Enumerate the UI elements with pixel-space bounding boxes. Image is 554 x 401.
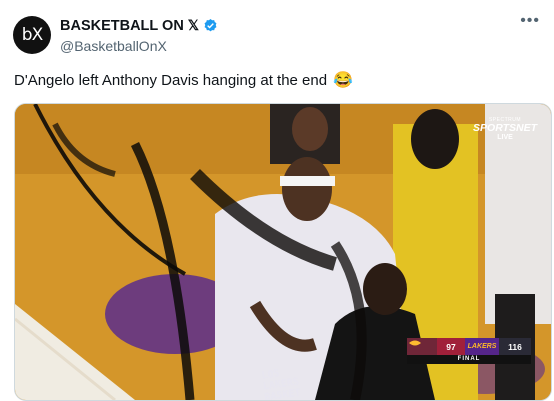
tweet-text: D'Angelo left Anthony Davis hanging at t…: [14, 70, 353, 90]
laughing-emoji-icon: 😂: [333, 72, 354, 89]
more-options-icon[interactable]: •••: [520, 12, 540, 30]
tweet-body: D'Angelo left Anthony Davis hanging at t…: [14, 71, 328, 89]
broadcast-logo: SPECTRUM SPORTSNET LIVE: [473, 117, 537, 141]
scorebug: 97 LAKERS 116 FINAL: [407, 338, 531, 364]
team2-name: LAKERS: [465, 338, 499, 355]
display-name[interactable]: BASKETBALL ON: [60, 18, 184, 34]
author-handle[interactable]: @BasketballOnX: [60, 38, 167, 54]
verified-badge-icon: [204, 18, 217, 32]
team1-score: 97: [437, 338, 465, 355]
team2-score: 116: [499, 338, 531, 355]
game-status: FINAL: [407, 355, 531, 364]
author-name-row: BASKETBALL ON 𝕏: [60, 17, 218, 34]
video-media[interactable]: LOS LAKERS BASKET SPECTRUM SPORTSNET LIV…: [14, 103, 552, 401]
team1-logo-icon: [407, 338, 437, 355]
jersey-text: LOS LAKERS BASKET: [260, 368, 302, 401]
x-logo-glyph: 𝕏: [187, 17, 200, 33]
avatar[interactable]: bX: [13, 16, 51, 54]
